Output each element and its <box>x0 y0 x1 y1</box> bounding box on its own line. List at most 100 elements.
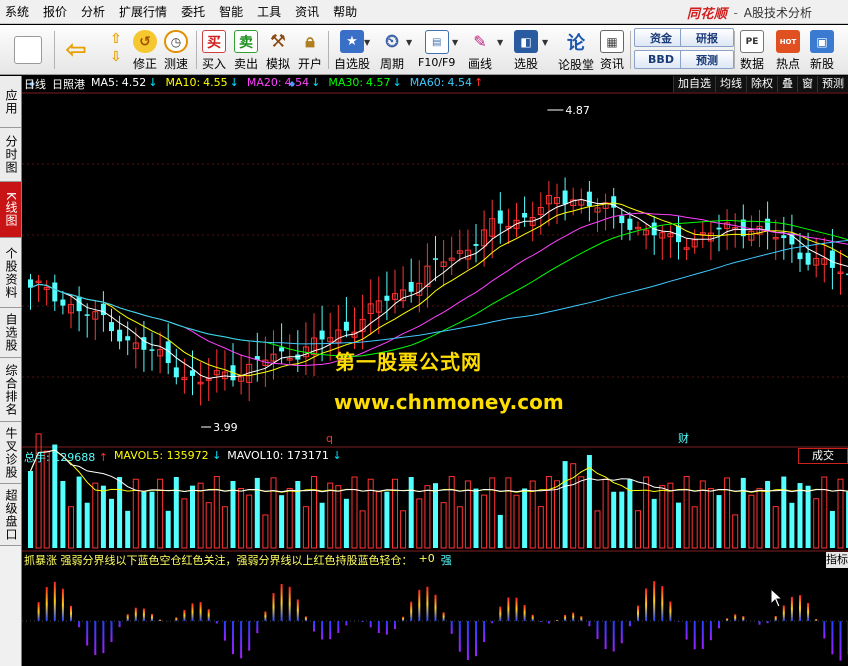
ma-values: MA5: 4.52 ↓ MA10: 4.55 ↓ MA20: 4.54 ↓ MA30: 4.57 ↓ M… <box>91 76 483 92</box>
data-button[interactable]: PE 数据 <box>740 28 764 72</box>
volume-bar <box>109 498 114 548</box>
menu-item[interactable]: 分析 <box>74 0 112 24</box>
f10-button[interactable]: ▤ F10/F9 <box>418 28 455 72</box>
volume-bar <box>384 491 390 548</box>
indicator-bar <box>547 621 550 624</box>
side-tab[interactable]: 牛叉诊股 <box>0 422 21 484</box>
chevron-down-icon[interactable]: ▼ <box>406 38 412 47</box>
fix-label: 修正 <box>133 57 158 71</box>
arrow-down-icon: ↓ <box>229 76 239 89</box>
news-button[interactable]: ▦ 资讯 <box>600 28 624 72</box>
side-tab[interactable]: 个股资料 <box>0 238 21 308</box>
chart-option-button[interactable]: 叠 <box>777 76 797 92</box>
side-tab[interactable]: 分时图 <box>0 128 21 182</box>
volume-bar <box>578 476 585 549</box>
chevron-down-icon[interactable]: ▼ <box>452 38 458 47</box>
layout-button[interactable] <box>14 28 42 72</box>
volume-bar <box>699 480 706 549</box>
chart-option-button[interactable]: 窗 <box>797 76 817 92</box>
indicator-bar <box>313 621 315 632</box>
menu-item[interactable]: 委托 <box>174 0 212 24</box>
hot-button[interactable]: HOT 热点 <box>776 28 800 72</box>
volume-bar <box>60 480 66 548</box>
new-stock-button[interactable]: ▣ 新股 <box>810 28 834 72</box>
watermark-title: 第一股票公式网 <box>335 350 482 374</box>
chevron-down-icon[interactable]: ▼ <box>364 38 370 47</box>
chart-option-button[interactable]: 预测 <box>817 76 848 92</box>
chevron-down-icon[interactable]: ▼ <box>542 38 548 47</box>
draw-line-button[interactable]: ✎ 画线 <box>468 28 492 72</box>
side-tab[interactable]: 综合排名 <box>0 358 21 422</box>
indicator-info-line: 抓暴涨 强弱分界线以下蓝色空仓红色关注，强弱分界线以上红色持股蓝色轻仓： +0 … <box>24 552 452 568</box>
menu-item[interactable]: 扩展行情 <box>112 0 174 24</box>
fix-button[interactable]: ↺ 修正 <box>133 28 157 72</box>
arrow-down-icon: ↓ <box>212 449 222 462</box>
sell-button[interactable]: 卖 卖出 <box>234 28 258 72</box>
mouse-cursor-icon <box>770 588 784 608</box>
period-button[interactable]: ⏲ 周期 <box>380 28 404 72</box>
back-button[interactable]: ⇦ <box>62 28 90 72</box>
candle-body <box>109 322 114 332</box>
volume-bar <box>619 491 625 548</box>
arrow-up-icon: ↑ <box>473 76 484 89</box>
buy-label: 买入 <box>202 57 227 71</box>
volume-bar <box>554 480 560 549</box>
candle-body <box>319 330 325 340</box>
chart-option-button[interactable]: 加自选 <box>673 76 715 92</box>
side-tab[interactable]: 自选股 <box>0 308 21 358</box>
simulate-button[interactable]: ⚒ 模拟 <box>266 28 290 72</box>
indicator-bar <box>499 606 502 621</box>
menu-item[interactable]: 报价 <box>36 0 74 24</box>
indicator-bar <box>693 621 696 650</box>
volume-bar <box>190 485 195 548</box>
menu-item[interactable]: 帮助 <box>326 0 364 24</box>
volume-bar <box>513 494 520 549</box>
chevron-down-icon[interactable]: ▼ <box>497 38 503 47</box>
side-tab[interactable]: K线图 <box>0 182 21 238</box>
side-tab[interactable]: 应用 <box>0 76 21 128</box>
open-account-button[interactable]: 🔒︎ 开户 <box>298 28 322 72</box>
candle-body <box>76 296 82 312</box>
volume-bar <box>805 485 811 548</box>
volume-bar <box>602 478 609 549</box>
menu-item[interactable]: 系统 <box>0 0 36 24</box>
indicator-bar <box>758 621 761 625</box>
indicator-bar <box>507 597 510 621</box>
menu-item[interactable]: 资讯 <box>288 0 326 24</box>
volume-bar <box>149 491 155 548</box>
forum-button[interactable]: 论 论股堂 <box>558 28 594 72</box>
volume-bar <box>813 498 820 549</box>
indicator-bar <box>790 596 793 621</box>
ma-line <box>30 240 848 345</box>
volume-toggle-button[interactable]: 成交 <box>798 448 848 464</box>
candle-body <box>125 336 131 341</box>
volume-bar <box>408 476 414 548</box>
watchlist-button[interactable]: ★ 自选股 <box>334 28 370 72</box>
side-tab[interactable]: 超级盘口 <box>0 484 21 546</box>
indicator-bar <box>515 597 518 621</box>
menu-item[interactable]: 智能 <box>212 0 250 24</box>
volume-bar <box>141 491 147 548</box>
forecast-button[interactable]: 预测 <box>680 50 734 69</box>
volume-bar <box>335 485 342 549</box>
candle-body <box>433 258 438 260</box>
indicator-bar <box>304 616 307 621</box>
candle-body <box>100 303 106 316</box>
volume-bar <box>117 477 123 548</box>
candle-body <box>84 314 90 316</box>
speedtest-button[interactable]: ◷ 测速 <box>164 28 188 72</box>
volume-bar <box>246 494 253 549</box>
page-up-down-buttons[interactable]: ⇧ ⇩ <box>104 28 128 72</box>
indicator-button[interactable]: 指标 <box>826 552 848 568</box>
indicator-bar <box>807 602 810 621</box>
stock-screen-button[interactable]: ◧ 选股 <box>514 28 538 72</box>
chart-area[interactable]: 4.87 3.99 q 财 日线 日照港 MA5: 4.52 ↓ MA10: 4.55 ↓ MA2… <box>22 76 848 666</box>
buy-button[interactable]: 买 买入 <box>202 28 226 72</box>
menu-item[interactable]: 工具 <box>250 0 288 24</box>
indicator-bar <box>718 621 720 629</box>
indicator-bar <box>385 621 388 635</box>
volume-bar <box>221 506 228 549</box>
chart-option-button[interactable]: 除权 <box>746 76 777 92</box>
research-button[interactable]: 研报 <box>680 28 734 47</box>
chart-option-button[interactable]: 均线 <box>715 76 746 92</box>
